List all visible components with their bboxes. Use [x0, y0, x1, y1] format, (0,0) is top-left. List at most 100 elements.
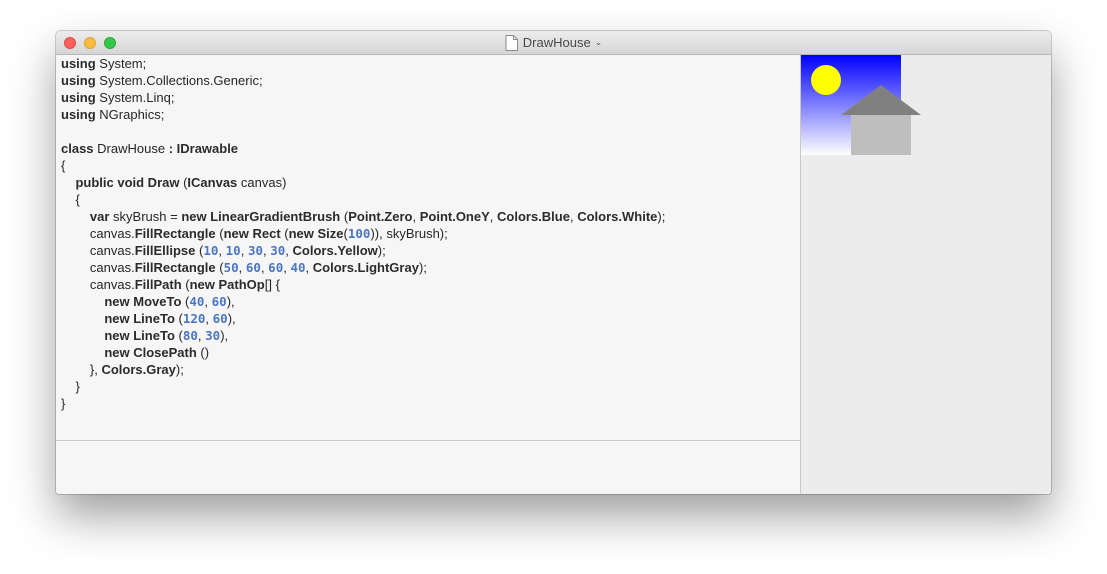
code-line[interactable]: var skyBrush = new LinearGradientBrush (… — [61, 208, 665, 225]
code-keyword: using — [61, 73, 96, 88]
code-text: canvas) — [237, 175, 287, 190]
code-keyword: new ClosePath — [104, 345, 197, 360]
code-editor[interactable]: using System; using System.Collections.Ge… — [56, 55, 800, 441]
code-keyword: Colors.Gray — [101, 362, 176, 377]
code-text: ( — [215, 226, 224, 241]
code-line[interactable]: { — [61, 191, 665, 208]
code-text: { — [61, 158, 66, 173]
code-text: , — [218, 243, 226, 258]
code-text: canvas. — [61, 277, 135, 292]
house-wall — [851, 115, 911, 155]
code-text: ); — [418, 260, 427, 275]
code-text: { — [61, 192, 80, 207]
code-number: 10 — [203, 243, 219, 258]
code-text: } — [61, 396, 66, 411]
code-line[interactable]: canvas.FillRectangle (new Rect (new Size… — [61, 225, 665, 242]
code-line[interactable]: using System.Linq; — [61, 89, 665, 106]
code-keyword: new LinearGradientBrush — [181, 209, 341, 224]
code-keyword: Colors.White — [577, 209, 658, 224]
code-keyword: FillEllipse — [134, 243, 196, 258]
code-line[interactable]: using System.Collections.Generic; — [61, 72, 665, 89]
code-text: ); — [175, 362, 184, 377]
code-text: , — [240, 243, 248, 258]
code-keyword: new MoveTo — [104, 294, 182, 309]
title-bar[interactable]: DrawHouse ⌄ — [56, 31, 1051, 55]
code-keyword: Colors.LightGray — [312, 260, 419, 275]
code-text: , — [205, 311, 213, 326]
code-text: System.Linq; — [95, 90, 175, 105]
code-line[interactable]: { — [61, 157, 665, 174]
code-text: NGraphics; — [95, 107, 165, 122]
code-text: ); — [377, 243, 386, 258]
code-number: 30 — [247, 243, 263, 258]
code-line[interactable]: } — [61, 395, 665, 412]
code-text: , — [285, 243, 293, 258]
code-keyword: using — [61, 90, 96, 105]
code-text: ( — [174, 311, 183, 326]
code-line[interactable]: canvas.FillEllipse (10, 10, 30, 30, Colo… — [61, 242, 665, 259]
preview-panel — [800, 55, 1051, 494]
code-number: 80 — [182, 328, 198, 343]
code-text: canvas. — [61, 243, 135, 258]
code-number: 40 — [189, 294, 205, 309]
code-keyword: var — [89, 209, 110, 224]
code-keyword: new Rect — [223, 226, 281, 241]
code-number: 30 — [270, 243, 286, 258]
code-text: ), — [227, 311, 236, 326]
code-keyword: FillRectangle — [134, 260, 216, 275]
code-keyword: new LineTo — [104, 311, 175, 326]
code-line[interactable]: } — [61, 378, 665, 395]
code-line[interactable]: new LineTo (120, 60), — [61, 310, 665, 327]
code-text[interactable]: using System; using System.Collections.Ge… — [61, 55, 665, 412]
code-number: 100 — [347, 226, 371, 241]
code-line[interactable]: new ClosePath () — [61, 344, 665, 361]
code-number: 50 — [223, 260, 239, 275]
drawing-preview — [801, 55, 921, 155]
code-text: () — [196, 345, 210, 360]
code-text: ( — [340, 209, 349, 224]
code-keyword: FillRectangle — [134, 226, 216, 241]
output-pane[interactable] — [56, 441, 800, 494]
code-line[interactable]: }, Colors.Gray); — [61, 361, 665, 378]
code-number: 60 — [245, 260, 261, 275]
code-line[interactable]: canvas.FillPath (new PathOp[] { — [61, 276, 665, 293]
document-icon — [505, 34, 518, 51]
code-line[interactable]: using NGraphics; — [61, 106, 665, 123]
code-text: ( — [280, 226, 289, 241]
code-text: , — [489, 209, 498, 224]
code-keyword: ICanvas — [187, 175, 238, 190]
app-window: DrawHouse ⌄ using System; using System.Co… — [56, 31, 1051, 494]
code-text: ( — [174, 328, 183, 343]
code-keyword: new PathOp — [189, 277, 265, 292]
code-text: System.Collections.Generic; — [95, 73, 263, 88]
code-line[interactable]: canvas.FillRectangle (50, 60, 60, 40, Co… — [61, 259, 665, 276]
code-text: ); — [657, 209, 666, 224]
code-number: 120 — [182, 311, 206, 326]
code-keyword: : IDrawable — [168, 141, 239, 156]
code-number: 60 — [211, 294, 227, 309]
code-line[interactable]: class DrawHouse : IDrawable — [61, 140, 665, 157]
code-line[interactable]: public void Draw (ICanvas canvas) — [61, 174, 665, 191]
code-text: ), — [220, 328, 229, 343]
code-text: ), — [226, 294, 235, 309]
code-text: [] { — [264, 277, 280, 292]
window-title[interactable]: DrawHouse ⌄ — [56, 31, 1051, 54]
code-keyword: Colors.Yellow — [292, 243, 378, 258]
code-text: } — [61, 379, 80, 394]
code-text: , — [204, 294, 212, 309]
code-text: System; — [95, 56, 147, 71]
code-text: canvas. — [61, 226, 135, 241]
code-keyword: FillPath — [134, 277, 182, 292]
code-line[interactable]: using System; — [61, 55, 665, 72]
code-line[interactable] — [61, 123, 665, 140]
code-text: , — [305, 260, 313, 275]
code-text: skyBrush = — [109, 209, 182, 224]
sun-ellipse — [811, 65, 841, 95]
code-line[interactable]: new LineTo (80, 30), — [61, 327, 665, 344]
code-line[interactable]: new MoveTo (40, 60), — [61, 293, 665, 310]
chevron-down-icon[interactable]: ⌄ — [595, 37, 603, 48]
